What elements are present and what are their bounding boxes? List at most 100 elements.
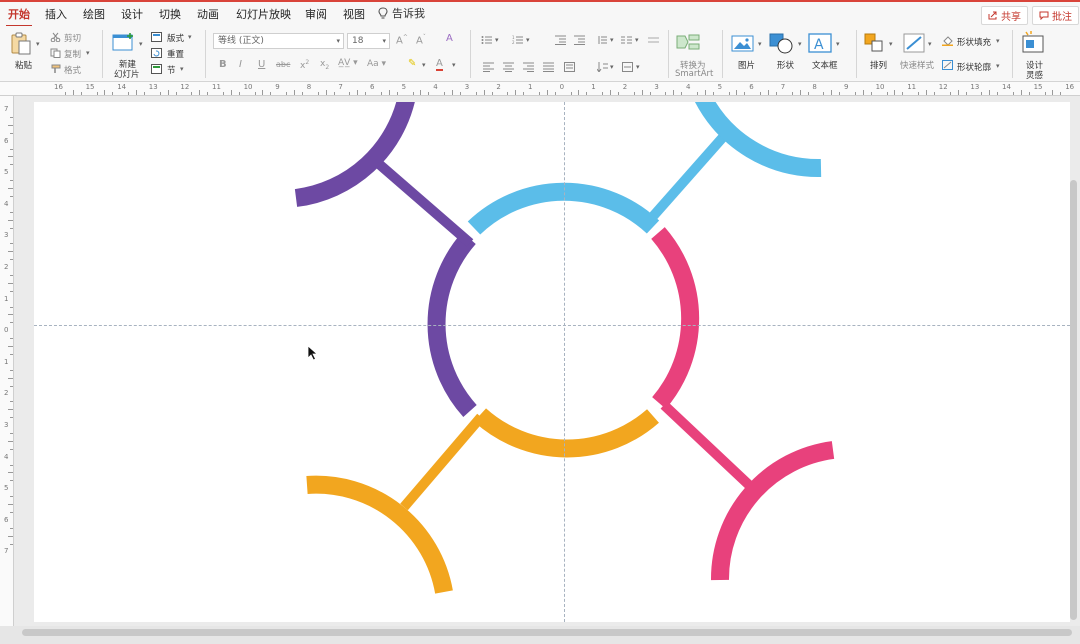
columns-dropdown-icon[interactable]: ▾ (635, 36, 639, 44)
underline-icon[interactable]: U (258, 59, 265, 70)
text-direction-dropdown-icon[interactable]: ▾ (610, 63, 614, 71)
ruler-tick (1012, 92, 1014, 95)
increase-indent-icon[interactable] (574, 35, 585, 45)
shape-dropdown-icon[interactable]: ▾ (798, 40, 802, 48)
connector-orange[interactable] (400, 413, 485, 511)
smartart-icon[interactable] (675, 32, 701, 52)
ruler-number: 4 (4, 452, 9, 461)
distributed-icon[interactable] (564, 62, 575, 72)
connector-blue[interactable] (644, 132, 728, 226)
outer-arc-orange[interactable] (306, 475, 453, 594)
slide-canvas-area[interactable] (14, 96, 1080, 626)
numbering-icon[interactable]: 12 (512, 35, 523, 45)
numbering-dropdown-icon[interactable]: ▾ (526, 36, 530, 44)
tab-slideshow[interactable]: 幻灯片放映 (236, 6, 291, 22)
align-text-icon[interactable] (622, 62, 633, 72)
justify-icon[interactable] (543, 62, 554, 72)
shrink-font-icon[interactable]: Aˇ (416, 34, 426, 46)
format-painter-icon[interactable] (50, 64, 61, 74)
picture-icon[interactable] (731, 34, 755, 54)
layout-dropdown-icon[interactable]: ▾ (188, 33, 192, 41)
connector-pink[interactable] (660, 401, 753, 489)
fill-icon[interactable] (942, 36, 953, 46)
tab-view[interactable]: 视图 (343, 6, 365, 22)
text-direction-icon[interactable] (597, 62, 608, 72)
shape-icon[interactable] (769, 33, 795, 55)
shape-fill-dropdown-icon[interactable]: ▾ (996, 37, 1000, 45)
comments-button[interactable]: 批注 (1032, 6, 1079, 25)
tell-me-box[interactable]: 告诉我 (378, 5, 425, 21)
outer-arc-purple[interactable] (294, 102, 415, 207)
paste-dropdown-icon[interactable]: ▾ (36, 40, 40, 48)
textbox-label: 文本框 (812, 61, 838, 71)
font-name-select[interactable]: 等线 (正文) ▾ (213, 33, 344, 49)
italic-icon[interactable]: I (239, 59, 242, 70)
horizontal-ruler[interactable]: 16 15 14 13 12 11 10 9 8 7 6 5 4 3 2 1 0 1 2 3 4 5 6 7 8 9 10 11 12 1… (0, 82, 1080, 96)
design-ideas-icon[interactable] (1020, 31, 1046, 55)
tab-transitions[interactable]: 切换 (159, 6, 181, 22)
horizontal-scrollbar[interactable] (22, 629, 1072, 636)
section-icon[interactable] (151, 64, 162, 74)
columns-icon[interactable] (621, 35, 632, 45)
connector-purple[interactable] (375, 160, 474, 247)
change-case-icon[interactable]: Aa ▾ (367, 59, 386, 69)
strikethrough-icon[interactable]: abc (276, 60, 290, 69)
tab-home[interactable]: 开始 (6, 6, 32, 27)
arrange-icon[interactable] (864, 33, 888, 55)
section-dropdown-icon[interactable]: ▾ (180, 65, 184, 73)
shape-outline-dropdown-icon[interactable]: ▾ (996, 62, 1000, 70)
reset-icon[interactable] (151, 48, 162, 58)
line-spacing-dropdown-icon[interactable]: ▾ (610, 36, 614, 44)
font-color-icon[interactable]: A (436, 58, 443, 71)
textbox-icon[interactable]: A (808, 33, 834, 55)
new-slide-dropdown-icon[interactable]: ▾ (139, 40, 143, 48)
tab-design[interactable]: 设计 (121, 6, 143, 22)
tab-insert[interactable]: 插入 (45, 6, 67, 22)
share-button[interactable]: 共享 (981, 6, 1028, 25)
subscript-icon[interactable]: x2 (320, 59, 329, 71)
align-text-dropdown-icon[interactable]: ▾ (636, 63, 640, 71)
bold-icon[interactable]: B (219, 59, 227, 70)
bullets-icon[interactable] (481, 35, 492, 45)
outline-icon[interactable] (942, 60, 953, 70)
line-spacing-icon[interactable] (596, 35, 607, 45)
ruler-tick (10, 227, 13, 229)
align-right-icon[interactable] (523, 62, 534, 72)
circle-arc-bottom-orange[interactable] (473, 408, 659, 458)
copy-dropdown-icon[interactable]: ▾ (86, 49, 90, 57)
textbox-dropdown-icon[interactable]: ▾ (836, 40, 840, 48)
decrease-indent-icon[interactable] (555, 35, 566, 45)
highlight-icon[interactable]: ✎ (408, 58, 416, 69)
ruler-number: 8 (306, 83, 312, 91)
new-slide-icon[interactable] (112, 32, 136, 52)
highlight-dropdown-icon[interactable]: ▾ (422, 61, 426, 69)
quick-styles-icon[interactable] (903, 33, 927, 55)
ruler-tick (799, 90, 801, 95)
arrange-dropdown-icon[interactable]: ▾ (889, 40, 893, 48)
smart-columns-icon[interactable] (648, 35, 659, 45)
vertical-ruler[interactable]: 7 6 5 4 3 2 1 0 1 2 3 4 5 6 7 (0, 96, 14, 626)
circle-arc-right-pink[interactable] (651, 227, 700, 409)
grow-font-icon[interactable]: A^ (396, 34, 408, 46)
picture-dropdown-icon[interactable]: ▾ (758, 40, 762, 48)
tab-review[interactable]: 审阅 (305, 6, 327, 22)
ruler-tick (254, 92, 256, 95)
align-left-icon[interactable] (483, 62, 494, 72)
copy-icon[interactable] (50, 48, 61, 58)
paste-icon[interactable] (10, 32, 32, 56)
layout-icon[interactable] (151, 32, 162, 42)
outer-arc-blue[interactable] (695, 102, 822, 178)
character-spacing-icon[interactable]: A̲V̲ ▾ (338, 58, 358, 68)
tab-draw[interactable]: 绘图 (83, 6, 105, 22)
cut-icon[interactable] (50, 32, 61, 42)
superscript-icon[interactable]: x2 (300, 59, 309, 71)
font-color-dropdown-icon[interactable]: ▾ (452, 61, 456, 69)
quick-styles-dropdown-icon[interactable]: ▾ (928, 40, 932, 48)
clear-format-icon[interactable]: A (446, 33, 453, 44)
font-size-select[interactable]: 18 ▾ (347, 33, 390, 49)
center-icon[interactable] (503, 62, 514, 72)
slide[interactable] (34, 102, 1070, 622)
tab-animations[interactable]: 动画 (197, 6, 219, 22)
vertical-scrollbar[interactable] (1070, 180, 1077, 620)
bullets-dropdown-icon[interactable]: ▾ (495, 36, 499, 44)
